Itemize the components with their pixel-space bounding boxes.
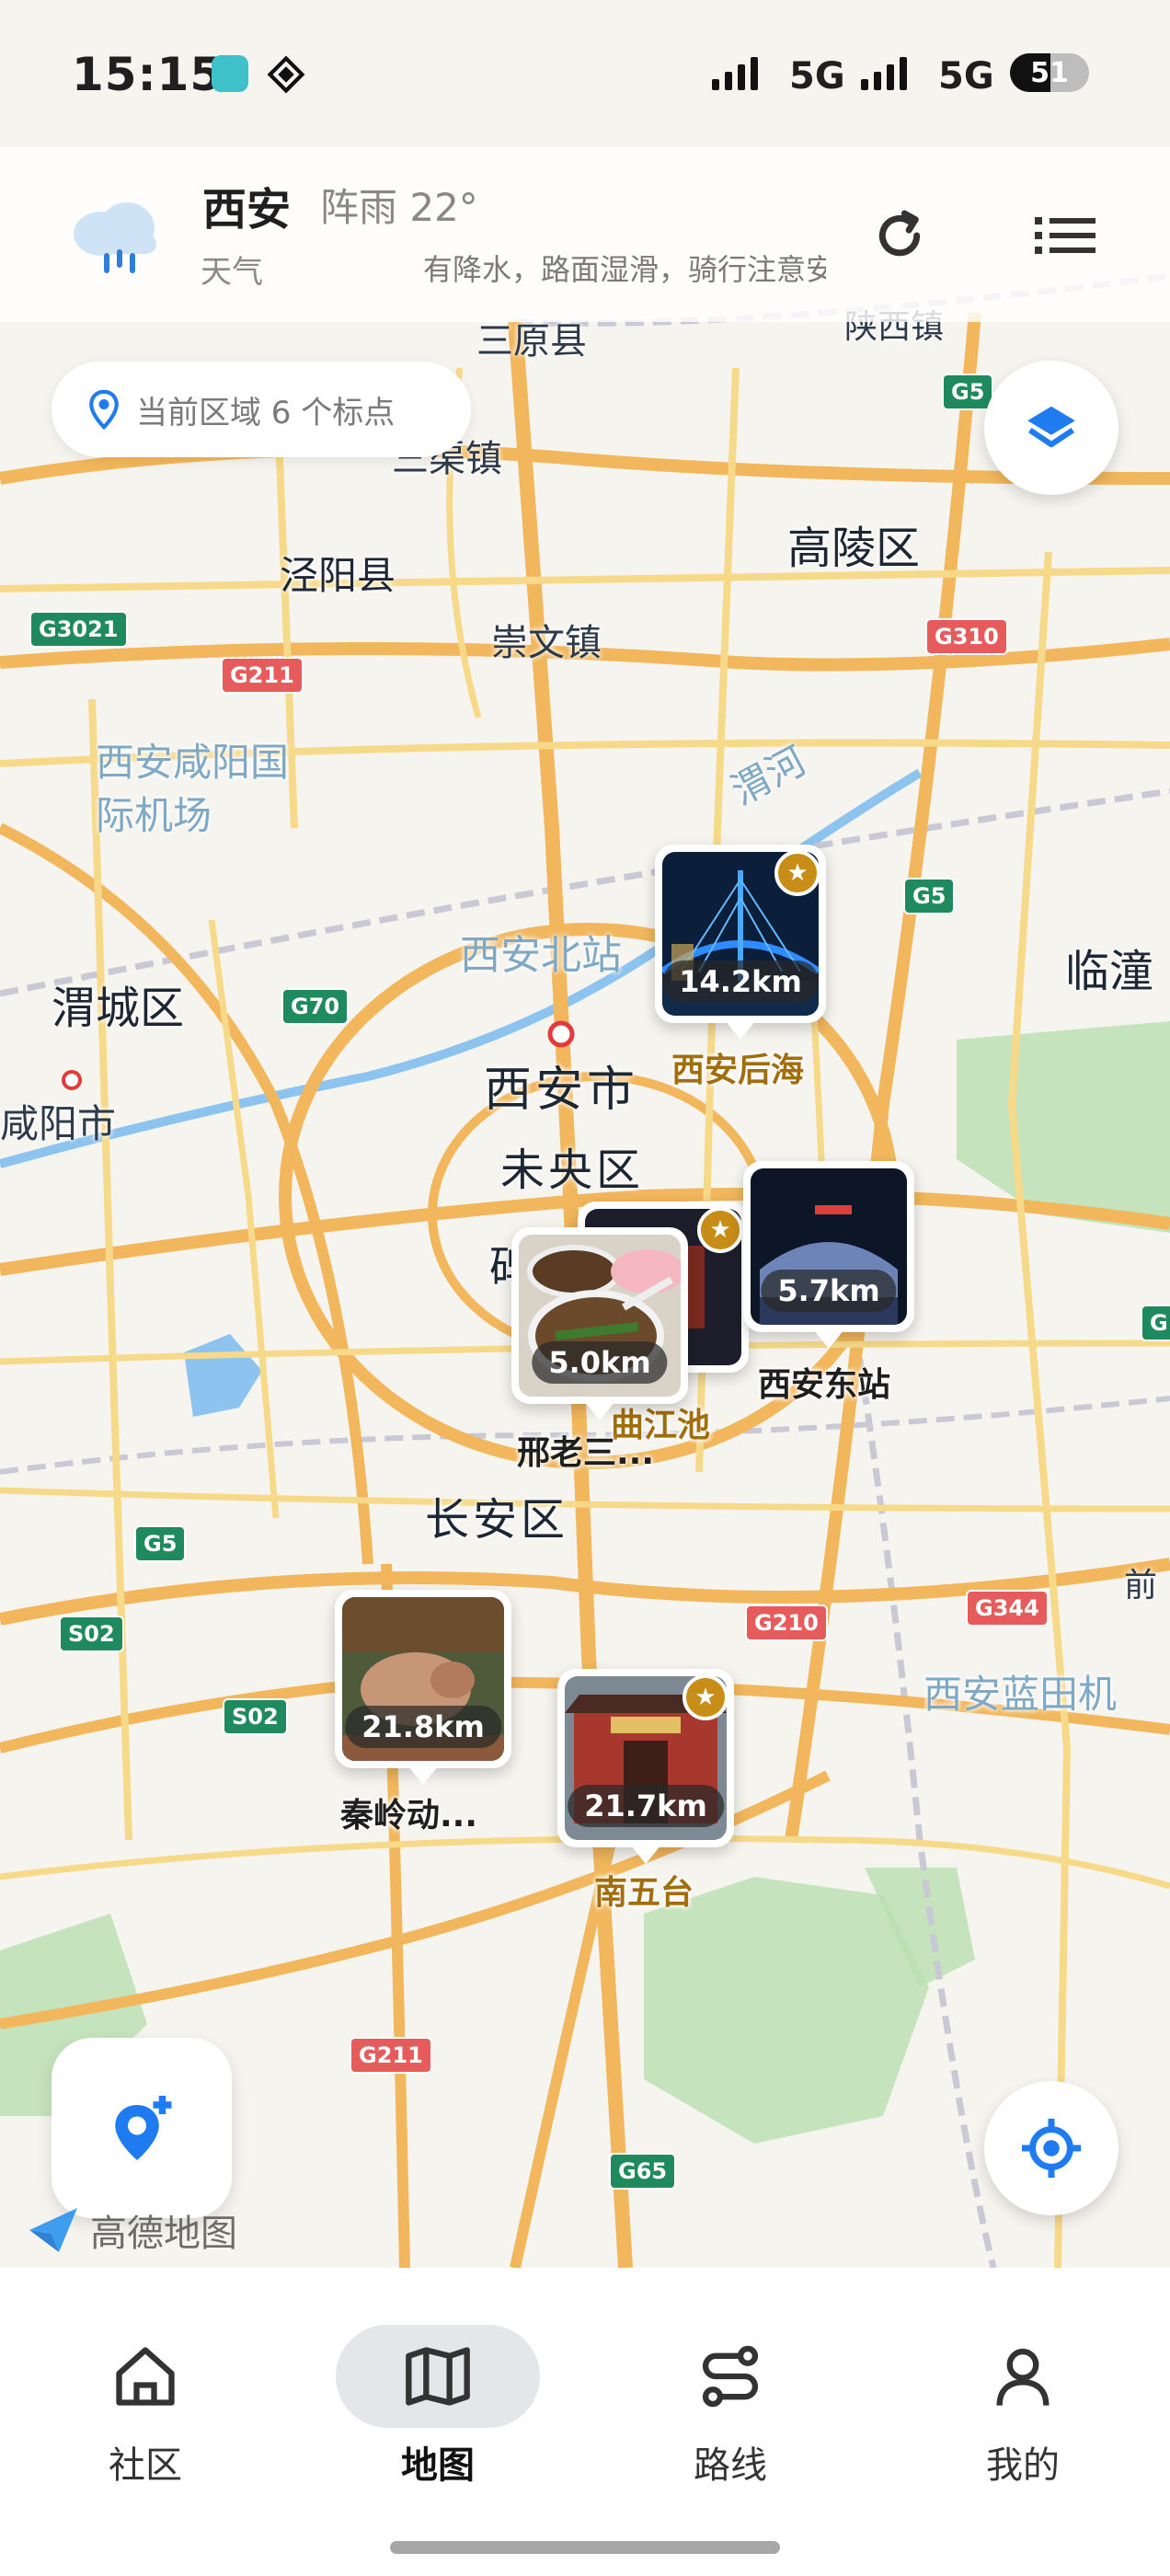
map-marker-xian-houhai[interactable]: 14.2km ★ <box>655 845 826 1040</box>
road-shield: G5 <box>942 374 994 410</box>
place-label: 前 <box>1124 1567 1158 1604</box>
layers-icon <box>1027 406 1075 448</box>
marker-photo: 21.8km <box>342 1597 504 1761</box>
place-label: 崇文镇 <box>491 622 602 664</box>
place-label: 西安咸阳国际机场 <box>96 740 290 838</box>
place-label: 西安市 <box>484 1063 639 1118</box>
rain-cloud-icon <box>74 202 156 273</box>
place-label: 长安区 <box>425 1494 569 1546</box>
network-type: 5G <box>789 55 845 98</box>
place-label: 临潼 <box>1065 946 1154 997</box>
tab-label: 地图 <box>401 2444 475 2487</box>
person-icon <box>921 2325 1125 2428</box>
place-label: 西安北站 <box>460 932 622 979</box>
star-icon: ★ <box>697 1207 743 1253</box>
road-shield: G65 <box>609 2153 677 2190</box>
marker-photo: 5.0km <box>519 1235 681 1397</box>
home-indicator <box>390 2541 780 2554</box>
marker-photo: 5.7km <box>751 1168 907 1325</box>
tab-map[interactable]: 地图 <box>336 2325 540 2489</box>
layers-button[interactable] <box>984 361 1118 495</box>
road-shield: G211 <box>221 657 304 694</box>
road-shield: G3021 <box>29 611 128 648</box>
marker-distance: 21.7km <box>568 1785 724 1827</box>
add-marker-button[interactable] <box>52 2038 232 2218</box>
weather-city: 西安 <box>202 184 292 236</box>
marker-name[interactable]: 西安后海 <box>671 1043 804 1091</box>
marker-distance: 5.0km <box>532 1341 668 1384</box>
location-pin-icon <box>89 389 119 430</box>
road-shield: G211 <box>350 2037 432 2074</box>
battery-percent: 51 <box>1030 56 1069 89</box>
tab-label: 路线 <box>694 2444 767 2487</box>
home-icon <box>43 2325 247 2428</box>
map-marker-xinglaosan[interactable]: 5.0km <box>511 1227 688 1420</box>
star-icon: ★ <box>682 1674 728 1720</box>
road-shield: G <box>1141 1305 1170 1341</box>
add-location-icon <box>115 2096 172 2160</box>
map-provider-logo: 高德地图 <box>26 2203 237 2257</box>
weather-header[interactable]: 西安 阵雨 22° 天气 有降水，路面湿滑，骑行注意安全 <box>0 147 1170 322</box>
list-button[interactable] <box>1021 191 1109 280</box>
map-marker-qinling-zoo[interactable]: 21.8km <box>335 1590 511 1785</box>
marker-distance: 5.7km <box>761 1270 897 1312</box>
star-icon: ★ <box>774 850 820 896</box>
app-diamond-icon <box>267 55 305 94</box>
bottom-nav: 社区 地图 路线 我的 <box>0 2268 1170 2576</box>
battery-icon: 51 <box>1010 53 1089 92</box>
place-label: 泾阳县 <box>280 553 396 598</box>
marker-name[interactable]: 南五台 <box>594 1866 694 1914</box>
map-provider-name: 高德地图 <box>90 2213 237 2255</box>
status-bar: 15:15 5G 5G 51 <box>0 0 1170 147</box>
road-shield: G210 <box>745 1604 828 1641</box>
place-label: 渭城区 <box>52 983 185 1034</box>
refresh-icon <box>878 210 921 257</box>
marker-name[interactable]: 邢老三... <box>517 1426 654 1474</box>
road-shield: G5 <box>903 878 956 914</box>
marker-name[interactable]: 秦岭动... <box>340 1788 477 1836</box>
road-shield: G5 <box>134 1525 187 1562</box>
map-marker-xian-east-station[interactable]: 5.7km <box>743 1161 914 1349</box>
place-label: 咸阳市 <box>0 1101 117 1146</box>
road-shield: G310 <box>925 618 1008 655</box>
list-icon <box>1035 217 1095 254</box>
weather-alert: 有降水，路面湿滑，骑行注意安全 <box>423 252 826 287</box>
map-marker-nanwutai[interactable]: 21.7km ★ <box>557 1669 734 1864</box>
marker-name[interactable]: 西安东站 <box>758 1358 890 1406</box>
network-type: 5G <box>938 55 994 98</box>
signal-icon <box>861 57 907 90</box>
status-time: 15:15 <box>72 48 224 101</box>
road-shield: G70 <box>281 988 350 1025</box>
weather-condition: 阵雨 22° <box>320 185 478 230</box>
tab-label: 我的 <box>986 2444 1060 2487</box>
tab-community[interactable]: 社区 <box>53 2325 237 2489</box>
weather-label: 天气 <box>201 254 263 291</box>
place-label: 西安蓝田机 <box>923 1672 1118 1717</box>
crosshair-icon <box>1021 2118 1082 2179</box>
place-label: 高陵区 <box>787 523 921 574</box>
map-view[interactable]: 三原县 三渠镇 泾阳县 崇文镇 高陵区 西安咸阳国际机场 渭河 西安北站 渭城区… <box>0 0 1170 2270</box>
morefun-app-icon <box>212 55 248 92</box>
amap-logo-icon <box>29 2208 77 2252</box>
road-shield: S02 <box>59 1616 124 1652</box>
marker-distance: 21.8km <box>345 1706 501 1748</box>
road-shield: S02 <box>223 1698 288 1735</box>
place-label: 未央区 <box>500 1144 645 1196</box>
route-icon <box>628 2325 832 2428</box>
area-markers-chip[interactable]: 当前区域 6 个标点 <box>52 362 471 457</box>
signal-icon <box>712 57 758 90</box>
tab-label: 社区 <box>109 2444 182 2487</box>
map-icon <box>336 2325 540 2428</box>
tab-profile[interactable]: 我的 <box>931 2325 1115 2489</box>
refresh-button[interactable] <box>855 191 944 280</box>
area-chip-text: 当前区域 6 个标点 <box>136 394 396 431</box>
marker-distance: 14.2km <box>662 960 819 1003</box>
tab-routes[interactable]: 路线 <box>638 2325 822 2489</box>
road-shield: G344 <box>966 1590 1049 1627</box>
locate-me-button[interactable] <box>984 2081 1118 2215</box>
